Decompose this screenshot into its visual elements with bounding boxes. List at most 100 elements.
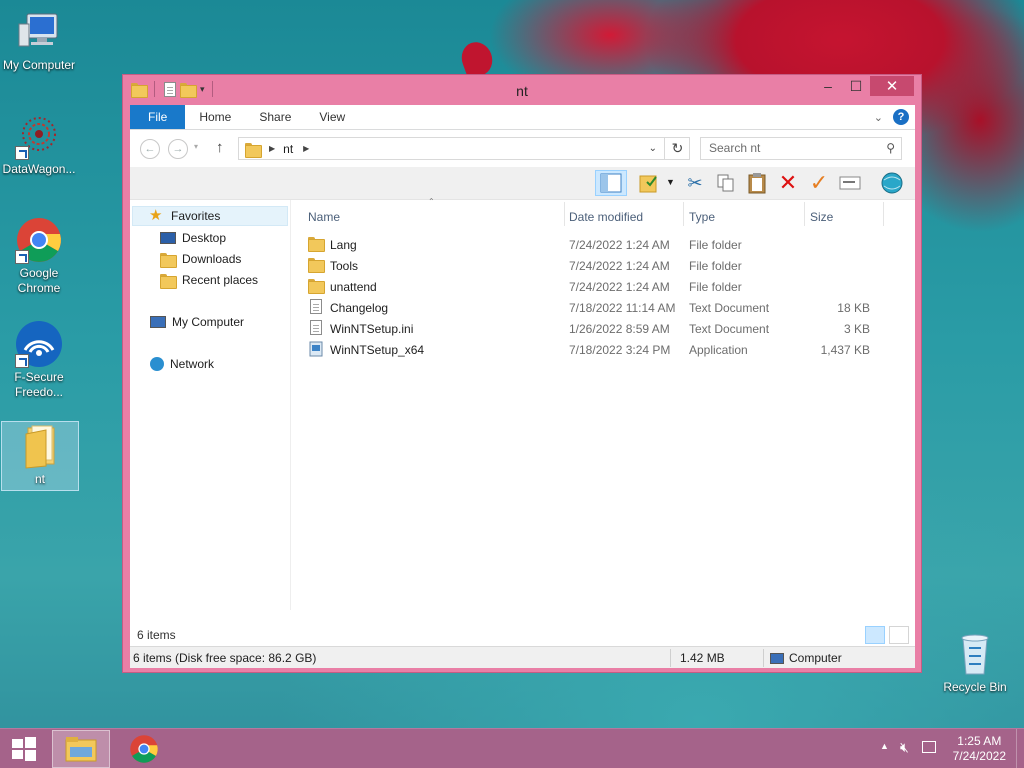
application-icon [308,341,324,357]
recycle-bin-icon [951,630,999,678]
properties-check-icon[interactable]: ✓ [805,170,833,196]
forward-button[interactable]: → [168,139,188,159]
breadcrumb-chevron-icon[interactable]: ▶ [303,144,309,153]
clock[interactable]: 1:25 AM 7/24/2022 [953,734,1006,764]
file-name: WinNTSetup_x64 [330,343,425,357]
taskbar-chrome-button[interactable] [116,730,172,768]
file-date: 7/18/2022 11:14 AM [569,301,676,315]
network-tray-icon[interactable] [922,741,936,753]
downloads-folder-icon [160,251,177,268]
sort-ascending-icon: ⌃ [428,197,435,206]
nav-network[interactable]: Network [150,354,214,374]
help-icon[interactable]: ? [893,109,909,125]
breadcrumb-chevron-icon[interactable]: ▶ [269,144,275,153]
nav-desktop[interactable]: Desktop [160,228,226,248]
recent-places-icon [160,272,177,289]
desktop-icon-fsecure[interactable]: F-Secure Freedo... [0,320,78,400]
details-view-button[interactable] [865,626,885,644]
refresh-button[interactable]: ↻ [664,137,690,160]
maximize-button[interactable]: ☐ [842,76,870,96]
file-row-changelog[interactable]: Changelog 7/18/2022 11:14 AM Text Docume… [302,297,882,318]
globe-icon[interactable] [878,170,906,196]
content-area: ★ Favorites Desktop Downloads Recent pla… [130,197,915,646]
expand-ribbon-icon[interactable]: ⌄ [874,111,883,124]
search-input[interactable]: Search nt ⚲ [700,137,902,160]
folder-options-icon[interactable] [635,170,663,196]
computer-icon [770,652,784,664]
delete-icon[interactable]: ✕ [774,170,802,196]
close-button[interactable]: ✕ [870,76,914,96]
column-header-size[interactable]: Size [810,210,833,224]
file-row-tools[interactable]: Tools 7/24/2022 1:24 AM File folder [302,255,882,276]
back-button[interactable]: ← [140,139,160,159]
computer-icon [150,316,166,328]
search-placeholder: Search nt [709,141,761,155]
breadcrumb-nt[interactable]: nt [283,142,293,156]
nav-label: Network [170,357,215,371]
volume-muted-icon[interactable]: 🔇︎ [900,739,909,756]
desktop-icon-datawagon[interactable]: DataWagon... [0,112,78,177]
file-date: 7/24/2022 1:24 AM [569,238,670,252]
windows-logo-icon [12,737,36,761]
desktop-icon-label: Recycle Bin [943,680,1007,694]
desktop-icon-nt-folder[interactable]: nt [1,421,79,491]
preview-pane-button[interactable] [595,170,627,196]
fsecure-icon [15,320,63,368]
folder-options-dropdown-icon[interactable]: ▼ [666,177,675,187]
file-list: ⌃ Name Date modified Type Size Lang 7/24… [292,197,915,646]
recent-locations-icon[interactable]: ▾ [194,142,198,151]
status-location: Computer [770,651,842,665]
column-header-name[interactable]: Name [308,210,340,224]
address-folder-icon [245,142,262,158]
tab-file[interactable]: File [130,105,186,129]
minimize-button[interactable]: – [814,76,842,96]
file-name: WinNTSetup.ini [330,322,414,336]
tab-share[interactable]: Share [245,105,305,129]
column-divider [564,202,565,226]
address-bar[interactable]: ▶ nt ▶ ⌄ [238,137,690,160]
nav-favorites[interactable]: ★ Favorites [132,206,288,226]
nav-label: Downloads [182,252,242,266]
ribbon-tabs: File Home Share View ⌄ ? [130,105,915,129]
copy-icon[interactable] [712,170,740,196]
file-type: File folder [689,238,742,252]
star-icon: ★ [149,207,163,224]
up-button[interactable]: ↑ [216,139,224,156]
file-row-winntsetup-ini[interactable]: WinNTSetup.ini 1/26/2022 8:59 AM Text Do… [302,318,882,339]
start-button[interactable] [0,730,48,768]
search-icon: ⚲ [886,141,895,155]
desktop-icon [160,232,176,244]
file-row-unattend[interactable]: unattend 7/24/2022 1:24 AM File folder [302,276,882,297]
column-header-date[interactable]: Date modified [569,210,643,224]
desktop-icon-my-computer[interactable]: My Computer [0,8,78,73]
show-desktop-button[interactable] [1016,729,1024,768]
nav-downloads[interactable]: Downloads [160,249,241,269]
folder-icon [16,422,64,470]
file-type: File folder [689,259,742,273]
column-divider [683,202,684,226]
status-divider [763,649,764,667]
show-hidden-icons-icon[interactable]: ▲ [880,741,889,751]
status-divider [670,649,671,667]
file-date: 7/18/2022 3:24 PM [569,343,671,357]
cut-icon[interactable]: ✂ [681,170,709,196]
desktop-icon-chrome[interactable]: Google Chrome [0,216,78,296]
large-icons-view-button[interactable] [889,626,909,644]
address-dropdown-icon[interactable]: ⌄ [649,143,657,154]
taskbar-explorer-button[interactable] [52,730,110,768]
desktop-icon-recycle-bin[interactable]: Recycle Bin [936,630,1014,695]
tab-view[interactable]: View [305,105,359,129]
tab-home[interactable]: Home [185,105,245,129]
rename-icon[interactable] [836,170,864,196]
title-bar[interactable]: ▾ nt – ☐ ✕ [123,75,921,105]
nav-my-computer[interactable]: My Computer [150,312,244,332]
paste-icon[interactable] [743,170,771,196]
column-header-type[interactable]: Type [689,210,715,224]
nav-recent-places[interactable]: Recent places [160,270,258,290]
file-row-lang[interactable]: Lang 7/24/2022 1:24 AM File folder [302,234,882,255]
desktop-icon-label: Google Chrome [17,266,61,295]
file-row-winntsetup-x64[interactable]: WinNTSetup_x64 7/18/2022 3:24 PM Applica… [302,339,882,360]
item-count-bar: 6 items [130,624,915,646]
file-explorer-icon [65,737,97,762]
explorer-window: ▾ nt – ☐ ✕ File Home Share View ⌄ ? ← → … [122,74,922,673]
